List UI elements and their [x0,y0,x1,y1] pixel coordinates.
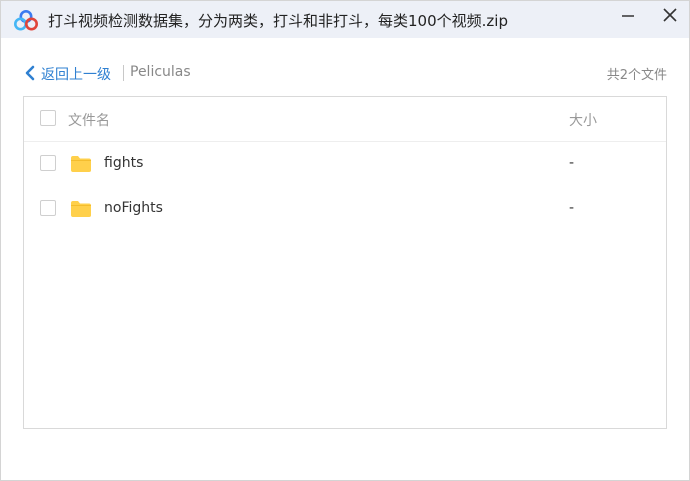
app-logo-icon [14,10,38,31]
folder-size: - [569,155,575,171]
list-item[interactable]: noFights - [24,187,666,231]
close-button[interactable] [656,3,684,29]
breadcrumb-divider [123,65,124,81]
close-icon [663,8,677,22]
back-label: 返回上一级 [41,67,111,83]
title-bar[interactable]: 打斗视频检测数据集，分为两类，打斗和非打斗，每类100个视频.zip [1,1,689,38]
archive-preview-window: 打斗视频检测数据集，分为两类，打斗和非打斗，每类100个视频.zip 返回上一级… [0,0,690,481]
list-header: 文件名 大小 [24,97,666,142]
folder-size: - [569,200,575,216]
folder-name[interactable]: fights [104,155,143,171]
row-checkbox[interactable] [40,155,56,171]
list-item[interactable]: fights - [24,142,666,186]
folder-name[interactable]: noFights [104,200,163,216]
folder-icon [71,156,91,172]
file-count: 共2个文件 [606,68,667,83]
folder-icon [71,201,91,217]
row-checkbox[interactable] [40,200,56,216]
file-list: 文件名 大小 fights - noFights - [23,96,667,429]
window-title: 打斗视频检测数据集，分为两类，打斗和非打斗，每类100个视频.zip [48,12,508,30]
minimize-button[interactable] [613,3,641,29]
select-all-checkbox[interactable] [40,110,56,126]
minimize-icon [622,15,634,17]
column-header-name[interactable]: 文件名 [68,110,110,130]
current-folder: Peliculas [130,64,191,80]
chevron-left-icon [25,65,35,81]
column-header-size[interactable]: 大小 [569,110,597,130]
